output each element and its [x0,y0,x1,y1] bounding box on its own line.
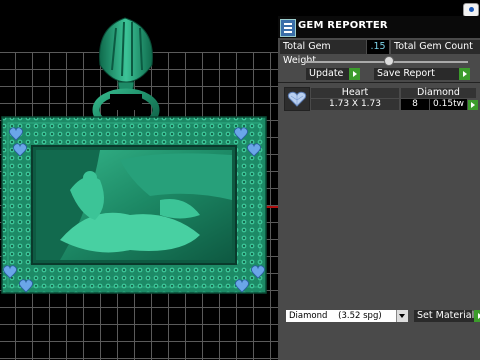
slider-thumb[interactable] [384,56,394,66]
save-report-go-icon[interactable] [459,68,470,80]
update-go-icon[interactable] [349,68,360,80]
set-material-button[interactable]: Set Material [414,310,480,322]
gem-reporter-panel: GEM REPORTER Total Gem Weight .15 Total … [278,16,480,360]
total-gem-count-label: Total Gem Count [391,40,480,54]
total-gem-weight-label: Total Gem Weight [280,40,366,66]
gem-reporter-icon [280,19,296,37]
update-button[interactable]: Update [306,68,360,80]
heart-gem-cell[interactable] [284,87,310,111]
divider [278,82,480,83]
bail-shell [92,17,160,132]
cell-size: 1.73 X 1.73 [311,99,399,110]
chevron-down-icon[interactable] [396,310,408,322]
total-gem-weight-value: .15 [367,40,389,54]
cell-count: 8 [401,99,429,110]
header-heart: Heart [311,88,399,98]
cell-weight: 0.15tw [430,99,467,110]
panel-title: GEM REPORTER [298,20,388,31]
pendant-model[interactable] [0,10,270,300]
row-go-icon[interactable] [468,100,478,110]
relief-scene [36,150,232,260]
material-select-value: Diamond (3.52 spg) [289,311,382,321]
material-select[interactable]: Diamond (3.52 spg) [286,310,408,322]
app-corner-icon[interactable] [463,3,479,17]
heart-gem-icon [287,91,307,107]
update-label: Update [309,68,344,79]
save-report-button[interactable]: Save Report [374,68,470,80]
panel-titlebar[interactable]: GEM REPORTER [278,16,480,38]
header-diamond: Diamond [401,88,476,98]
set-material-label: Set Material [417,310,475,321]
save-report-label: Save Report [377,68,435,79]
set-material-go-icon[interactable] [474,310,480,322]
